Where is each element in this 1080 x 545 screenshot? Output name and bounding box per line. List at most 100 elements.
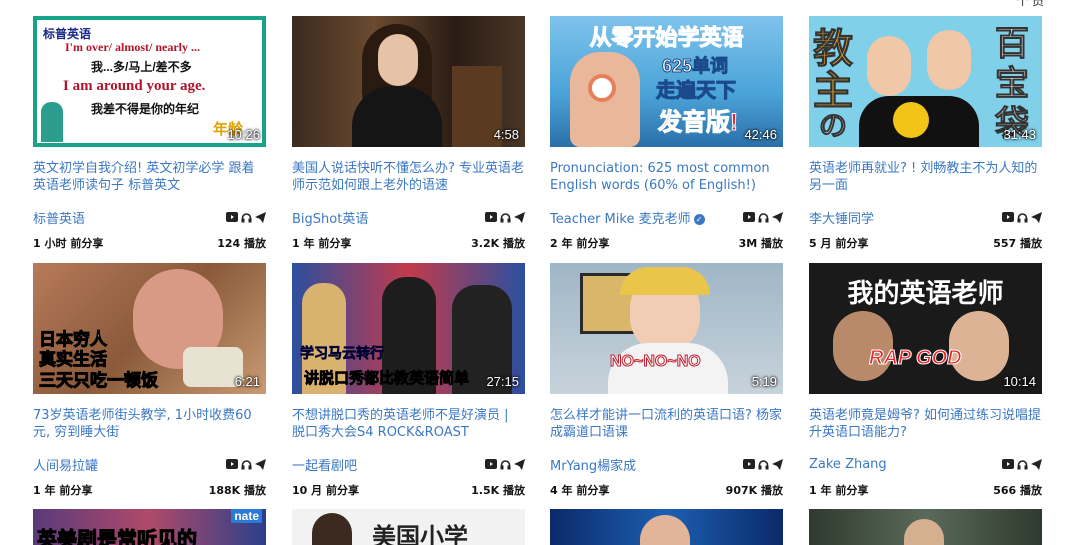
telegram-icon xyxy=(772,211,783,223)
channel-name[interactable]: 标普英语 xyxy=(33,208,85,227)
video-thumbnail[interactable]: NO~NO~NO 5:19 xyxy=(550,263,783,394)
channel-name[interactable]: MrYang楊家成 xyxy=(550,455,636,474)
video-grid: 个 员 标普英语 I'm over/ almost/ nearly ... 我.… xyxy=(0,0,1080,545)
video-thumbnail[interactable]: 英美剧是常听见的 nate xyxy=(33,509,266,545)
person-hair xyxy=(312,513,352,545)
telegram-icon xyxy=(255,211,266,223)
thumb-text: 美国小学 xyxy=(372,524,468,545)
view-count: 557 播放 xyxy=(993,237,1042,250)
view-count: 3.2K 播放 xyxy=(471,237,525,250)
thumb-text: 走遍天下 xyxy=(656,80,737,103)
video-title[interactable]: Pronunciation: 625 most common English w… xyxy=(550,160,783,194)
video-thumbnail[interactable]: 美国小学 xyxy=(292,509,525,545)
person-figure xyxy=(41,102,63,142)
upload-time: 1 年 前分享 xyxy=(809,484,869,497)
video-thumbnail[interactable]: 标普英语 I'm over/ almost/ nearly ... 我...多/… xyxy=(33,16,266,147)
view-count: 3M 播放 xyxy=(738,237,783,250)
person-body xyxy=(352,86,442,147)
upload-time: 1 小时 前分享 xyxy=(33,237,104,250)
video-card[interactable]: 我的英语老师 RAP GOD 10:14 英语老师竟是姆爷? 如何通过练习说唱提… xyxy=(809,263,1042,498)
ball-logo xyxy=(893,102,929,138)
video-title[interactable]: 英文初学自我介绍! 英文初学必学 跟着英语老师读句子 标普英文 xyxy=(33,160,266,194)
thumb-text: RAP GOD xyxy=(869,347,963,370)
channel-name[interactable]: Zake Zhang xyxy=(809,457,887,472)
video-thumbnail[interactable]: 学习马云转行 讲脱口秀都比教英语简单 27:15 xyxy=(292,263,525,394)
channel-name[interactable]: Teacher Mike 麦克老师 ✓ xyxy=(550,208,705,227)
headphones-icon xyxy=(758,212,769,223)
thumb-text: I'm over/ almost/ nearly ... xyxy=(65,40,200,54)
youtube-icon xyxy=(1002,212,1014,222)
thumb-text: 三天只吃一顿饭 xyxy=(39,371,159,391)
video-thumbnail[interactable]: 从零开始学英语 625单词 走遍天下 发音版! 42:46 xyxy=(550,16,783,147)
view-count: 907K 播放 xyxy=(725,484,783,497)
headphones-icon xyxy=(1017,212,1028,223)
telegram-icon xyxy=(772,458,783,470)
video-card[interactable]: 从零开始学英语 625单词 走遍天下 发音版! 42:46 Pronunciat… xyxy=(550,16,783,251)
thumb-text: nate xyxy=(231,509,262,523)
duration-badge: 31:43 xyxy=(1003,127,1036,142)
headphones-icon xyxy=(500,212,511,223)
youtube-icon xyxy=(1002,459,1014,469)
platform-icons xyxy=(226,211,266,223)
video-title[interactable]: 不想讲脱口秀的英语老师不是好演员 | 脱口秀大会S4 ROCK&ROAST xyxy=(292,407,525,441)
channel-name[interactable]: 李大锤同学 xyxy=(809,208,874,227)
person-face xyxy=(833,311,893,381)
video-thumbnail[interactable]: 4:58 xyxy=(292,16,525,147)
youtube-icon xyxy=(226,459,238,469)
thumb-text: NO~NO~NO xyxy=(610,353,702,371)
video-thumbnail[interactable] xyxy=(550,509,783,545)
channel-label: Teacher Mike 麦克老师 xyxy=(550,211,691,227)
channel-name[interactable]: 人间易拉罐 xyxy=(33,455,98,474)
video-title[interactable]: 73岁英语老师街头教学, 1小时收费60元, 穷到睡大街 xyxy=(33,407,266,441)
duration-badge: 10:14 xyxy=(1003,374,1036,389)
telegram-icon xyxy=(514,458,525,470)
duration-badge: 4:58 xyxy=(493,127,519,142)
thumb-text: 英美剧是常听见的 xyxy=(37,529,198,545)
headphones-icon xyxy=(758,459,769,470)
headphones-icon xyxy=(1017,459,1028,470)
duration-badge: 10:26 xyxy=(227,127,260,142)
view-count: 188K 播放 xyxy=(208,484,266,497)
person-face xyxy=(949,311,1009,381)
thumb-text: 我差不得是你的年纪 xyxy=(91,102,200,116)
upload-time: 1 年 前分享 xyxy=(292,237,352,250)
platform-icons xyxy=(743,458,783,470)
platform-icons xyxy=(743,211,783,223)
youtube-icon xyxy=(743,212,755,222)
view-count: 1.5K 播放 xyxy=(471,484,525,497)
video-card[interactable]: 教 主 の 百 宝 袋 31:43 英语老师再就业? ! 刘畅教主不为人知的另一… xyxy=(809,16,1042,251)
upload-time: 1 年 前分享 xyxy=(33,484,93,497)
channel-name[interactable]: BigShot英语 xyxy=(292,208,368,227)
telegram-icon xyxy=(1031,211,1042,223)
video-title[interactable]: 美国人说话快听不懂怎么办? 专业英语老师示范如何跟上老外的语速 xyxy=(292,160,525,194)
thumb-text: 从零开始学英语 xyxy=(589,25,744,51)
thumb-text: の xyxy=(818,110,848,142)
platform-icons xyxy=(485,458,525,470)
person-hair xyxy=(620,267,710,295)
upload-time: 5 月 前分享 xyxy=(809,237,869,250)
headphones-icon xyxy=(241,459,252,470)
telegram-icon xyxy=(255,458,266,470)
video-thumbnail[interactable]: 日本穷人 真实生活 三天只吃一顿饭 6:21 xyxy=(33,263,266,394)
view-count: 566 播放 xyxy=(993,484,1042,497)
video-card[interactable]: NO~NO~NO 5:19 怎么样才能讲一口流利的英语口语? 杨家成霸道口语课 … xyxy=(550,263,783,498)
duration-badge: 42:46 xyxy=(744,127,777,142)
duration-badge: 5:19 xyxy=(751,374,777,389)
video-title[interactable]: 怎么样才能讲一口流利的英语口语? 杨家成霸道口语课 xyxy=(550,407,783,441)
upload-time: 4 年 前分享 xyxy=(550,484,610,497)
video-card[interactable]: 标普英语 I'm over/ almost/ nearly ... 我...多/… xyxy=(33,16,266,251)
video-thumbnail[interactable]: 我的英语老师 RAP GOD 10:14 xyxy=(809,263,1042,394)
view-count: 124 播放 xyxy=(217,237,266,250)
thumb-text: 我...多/马上/差不多 xyxy=(91,60,192,74)
video-thumbnail[interactable]: 教 主 の 百 宝 袋 31:43 xyxy=(809,16,1042,147)
video-title[interactable]: 英语老师再就业? ! 刘畅教主不为人知的另一面 xyxy=(809,160,1042,194)
video-card[interactable]: 4:58 美国人说话快听不懂怎么办? 专业英语老师示范如何跟上老外的语速 Big… xyxy=(292,16,525,251)
video-card[interactable]: 日本穷人 真实生活 三天只吃一顿饭 6:21 73岁英语老师街头教学, 1小时收… xyxy=(33,263,266,498)
corner-text: 个 员 xyxy=(1016,0,1044,8)
video-card[interactable]: 学习马云转行 讲脱口秀都比教英语简单 27:15 不想讲脱口秀的英语老师不是好演… xyxy=(292,263,525,498)
thumb-text: 我的英语老师 xyxy=(847,278,1004,308)
channel-name[interactable]: 一起看剧吧 xyxy=(292,455,357,474)
video-title[interactable]: 英语老师竟是姆爷? 如何通过练习说唱提升英语口语能力? xyxy=(809,407,1042,441)
youtube-icon xyxy=(743,459,755,469)
video-thumbnail[interactable] xyxy=(809,509,1042,545)
